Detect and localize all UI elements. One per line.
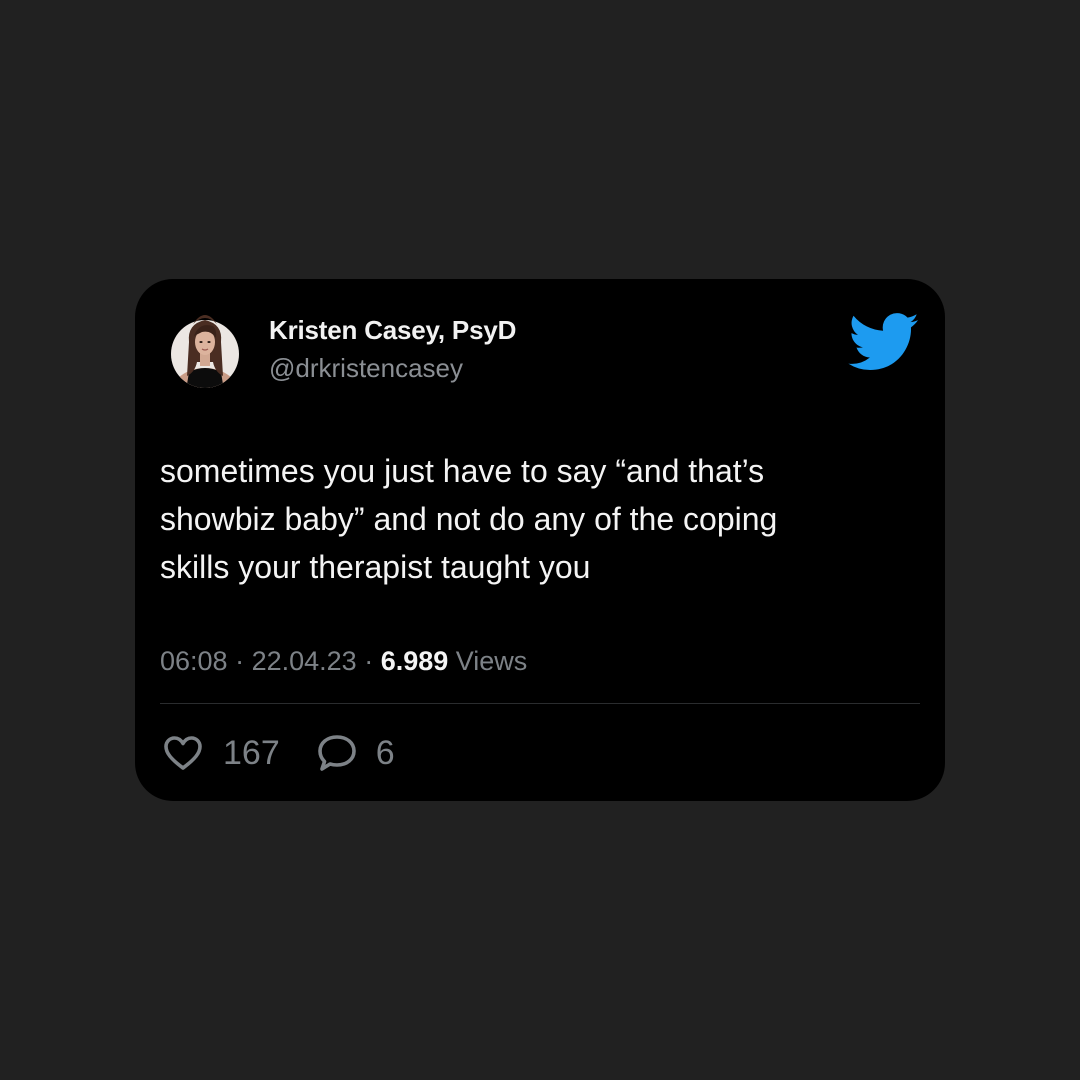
- views-label[interactable]: Views: [448, 646, 528, 676]
- twitter-bird-icon[interactable]: [848, 313, 920, 371]
- reply-button[interactable]: 6: [316, 733, 395, 773]
- tweet-text-line: sometimes you just have to say “and that…: [160, 453, 765, 489]
- meta-separator: ·: [356, 646, 381, 676]
- tweet-card[interactable]: Kristen Casey, PsyD @drkristencasey some…: [135, 279, 945, 801]
- heart-icon: [163, 735, 203, 771]
- views-count[interactable]: 6.989: [381, 646, 449, 676]
- avatar-photo: [171, 315, 239, 388]
- author-handle[interactable]: @drkristencasey: [269, 353, 463, 384]
- like-count: 167: [223, 733, 280, 772]
- tweet-date[interactable]: 22.04.23: [252, 646, 357, 676]
- page-background: Kristen Casey, PsyD @drkristencasey some…: [0, 0, 1080, 1080]
- tweet-meta: 06:08 · 22.04.23 · 6.989 Views: [160, 646, 527, 677]
- twitter-bird-icon-svg: [848, 313, 919, 370]
- meta-separator: ·: [227, 646, 252, 676]
- divider: [160, 703, 920, 704]
- tweet-time[interactable]: 06:08: [160, 646, 228, 676]
- speech-bubble-icon: [316, 733, 358, 773]
- avatar[interactable]: [169, 302, 241, 397]
- author-name[interactable]: Kristen Casey, PsyD: [269, 315, 516, 346]
- tweet-text: sometimes you just have to say “and that…: [160, 447, 900, 591]
- like-button[interactable]: 167: [163, 734, 316, 773]
- reply-count: 6: [375, 733, 395, 772]
- tweet-text-line: skills your therapist taught you: [160, 549, 591, 585]
- tweet-text-line: showbiz baby” and not do any of the copi…: [160, 501, 778, 537]
- action-bar: 167 6: [163, 731, 395, 775]
